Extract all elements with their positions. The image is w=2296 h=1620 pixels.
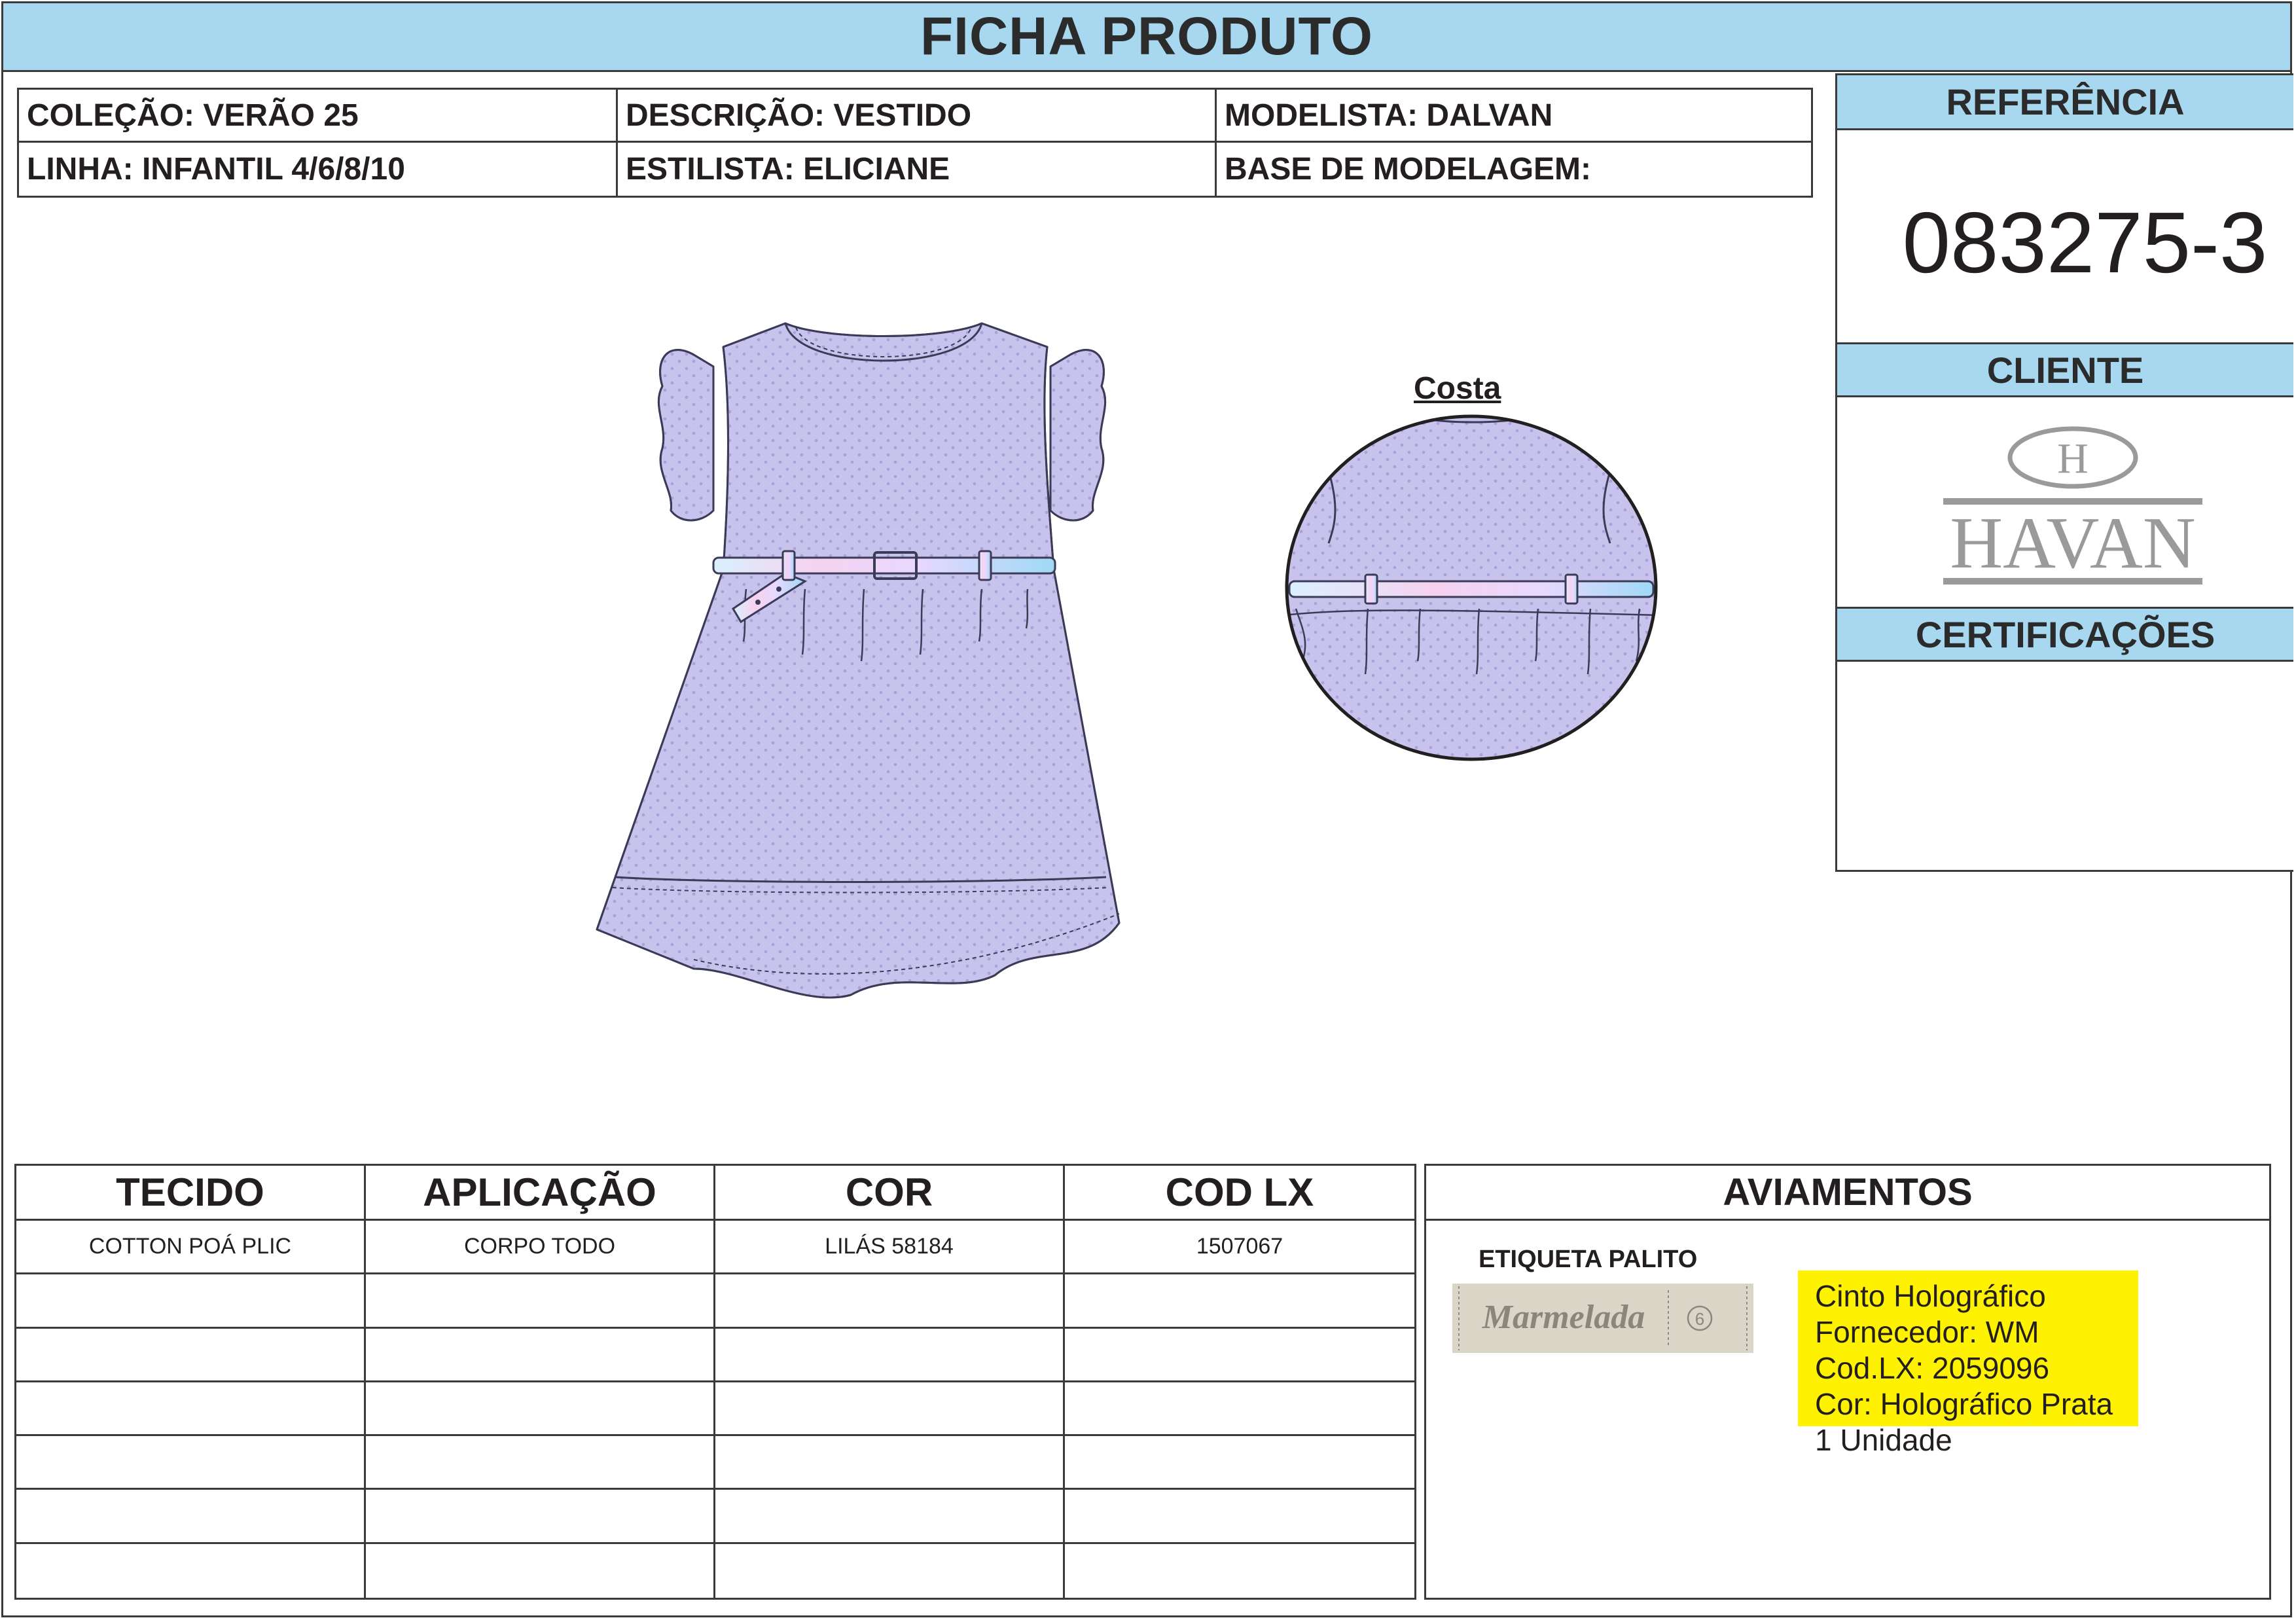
- note-line: Cor: Holográfico Prata: [1815, 1387, 2113, 1421]
- referencia-header: REFERÊNCIA: [1837, 75, 2293, 130]
- table-cell: LILÁS 58184: [715, 1221, 1065, 1275]
- table-cell: [1065, 1490, 1414, 1544]
- etiqueta-palito-label: ETIQUETA PALITO: [1479, 1246, 1698, 1273]
- table-cell: [16, 1382, 366, 1437]
- table-cell: [715, 1382, 1065, 1437]
- base-modelagem-field: BASE DE MODELAGEM:: [1225, 152, 1592, 187]
- table-cell: [715, 1328, 1065, 1382]
- col-header-cod-lx: COD LX: [1065, 1166, 1414, 1221]
- table-cell: CORPO TODO: [366, 1221, 715, 1275]
- title-bar: FICHA PRODUTO: [1, 1, 2292, 72]
- table-cell: [16, 1436, 366, 1490]
- dress-front-drawing: [596, 322, 1121, 999]
- table-cell: [715, 1274, 1065, 1329]
- table-cell: [715, 1436, 1065, 1490]
- header-info-grid: COLEÇÃO: VERÃO 25 DESCRIÇÃO: VESTIDO MOD…: [17, 88, 1813, 198]
- col-header-aplicacao: APLICAÇÃO: [366, 1166, 715, 1221]
- havan-logo: H HAVAN: [1943, 426, 2202, 585]
- etiqueta-palito-image: Marmelada 6: [1452, 1284, 1753, 1353]
- etiqueta-size: 6: [1695, 1309, 1704, 1329]
- page-title: FICHA PRODUTO: [920, 7, 1373, 66]
- dress-back-detail: [1285, 414, 1658, 761]
- certificacoes-header: CERTIFICAÇÕES: [1837, 607, 2293, 662]
- linha-field: LINHA: INFANTIL 4/6/8/10: [19, 143, 618, 196]
- table-cell: [16, 1328, 366, 1382]
- note-line: Cod.LX: 2059096: [1815, 1351, 2050, 1385]
- table-cell: [366, 1274, 715, 1329]
- table-cell: [1065, 1436, 1414, 1490]
- table-cell: [1065, 1382, 1414, 1437]
- table-cell: [1065, 1544, 1414, 1598]
- table-cell: [715, 1543, 1065, 1598]
- cinto-note: Cinto Holográfico Fornecedor: WM Cod.LX:…: [1798, 1270, 2138, 1457]
- table-cell: [715, 1490, 1065, 1544]
- havan-logo-letter: H: [2057, 435, 2089, 482]
- side-panel: REFERÊNCIA 083275-3 CLIENTE H HAVAN CERT…: [1835, 73, 2293, 872]
- cliente-header: CLIENTE: [1837, 342, 2293, 397]
- table-cell: [1065, 1329, 1414, 1382]
- table-cell: [366, 1382, 715, 1437]
- table-cell: [1065, 1274, 1414, 1329]
- table-cell: [16, 1274, 366, 1329]
- referencia-number: 083275-3: [1902, 194, 2268, 291]
- havan-logo-text: HAVAN: [1950, 503, 2196, 584]
- estilista-field: ESTILISTA: ELICIANE: [618, 143, 1217, 196]
- modelista-field: MODELISTA: DALVAN: [1217, 90, 1811, 143]
- aviamentos-panel: AVIAMENTOS ETIQUETA PALITO Marmelada 6 C…: [1424, 1164, 2271, 1600]
- colecao-field: COLEÇÃO: VERÃO 25: [19, 90, 618, 143]
- etiqueta-brand: Marmelada: [1482, 1299, 1645, 1336]
- table-cell: [366, 1436, 715, 1490]
- descricao-field: DESCRIÇÃO: VESTIDO: [618, 90, 1217, 143]
- note-line: Fornecedor: WM: [1815, 1315, 2039, 1349]
- table-cell: [16, 1490, 366, 1544]
- table-cell: [16, 1543, 366, 1598]
- note-line: Cinto Holográfico: [1815, 1279, 2046, 1313]
- table-cell: [366, 1328, 715, 1382]
- costa-label: Costa: [1414, 371, 1501, 406]
- table-cell: 1507067: [1065, 1221, 1414, 1275]
- table-cell: COTTON POÁ PLIC: [16, 1221, 366, 1275]
- col-header-tecido: TECIDO: [16, 1166, 366, 1221]
- spec-table: TECIDO APLICAÇÃO COR COD LX COTTON POÁ P…: [14, 1164, 1416, 1600]
- aviamentos-header: AVIAMENTOS: [1426, 1166, 2269, 1221]
- note-line: 1 Unidade: [1815, 1423, 1952, 1457]
- table-cell: [366, 1543, 715, 1598]
- col-header-cor: COR: [715, 1166, 1065, 1221]
- table-cell: [366, 1490, 715, 1544]
